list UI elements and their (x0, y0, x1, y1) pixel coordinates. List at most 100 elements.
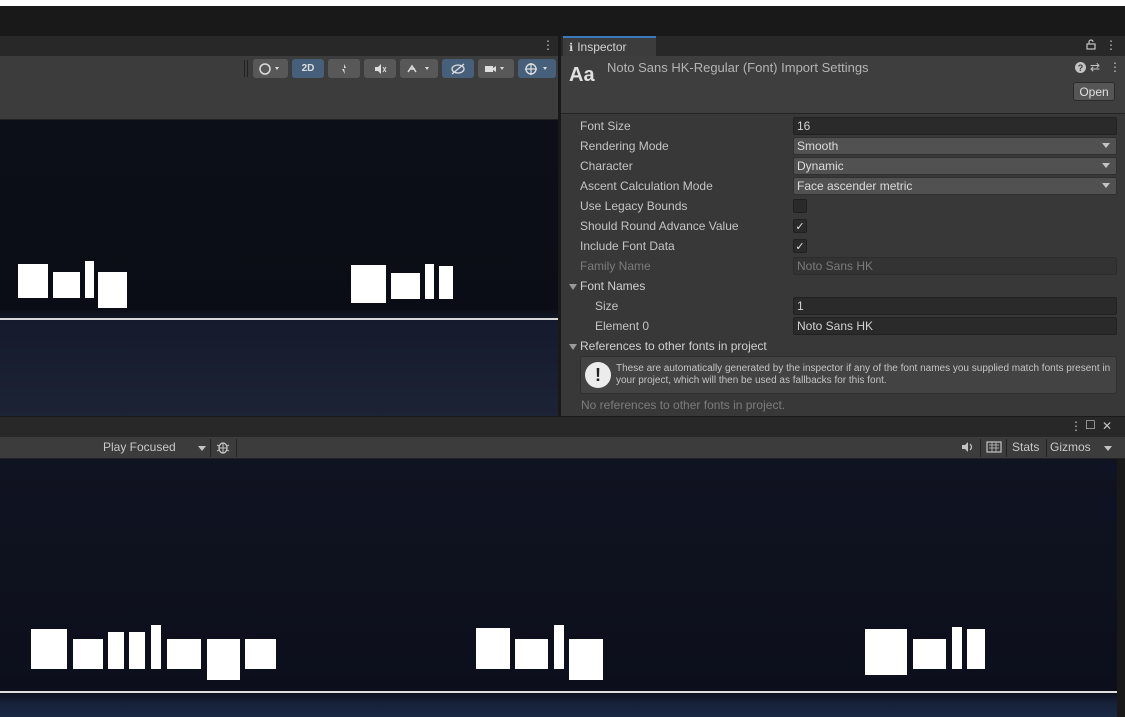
glyph-box (554, 625, 564, 669)
help-icon[interactable]: ? (1075, 62, 1086, 73)
toolbar-separator (1046, 439, 1047, 457)
scene-menu-icon[interactable]: ⋮ (542, 38, 554, 52)
font-asset-icon: Aa (569, 64, 595, 86)
close-icon[interactable]: ✕ (1102, 419, 1112, 433)
glyph-box (967, 629, 985, 669)
references-help-text: These are automatically generated by the… (616, 363, 1111, 386)
rendering-mode-dropdown[interactable]: Smooth (793, 137, 1117, 155)
game-view-border (1117, 459, 1125, 717)
header-menu-icon[interactable]: ⋮ (1109, 60, 1121, 74)
element0-label: Element 0 (595, 319, 650, 333)
family-name-field: Noto Sans HK (793, 257, 1117, 275)
glyph-box (569, 639, 603, 680)
font-names-label: Font Names (580, 279, 646, 293)
include-font-data-label: Include Font Data (580, 239, 675, 253)
audio-mute-icon[interactable] (364, 59, 396, 78)
toolbar-separator (210, 439, 211, 457)
glyph-box (129, 632, 145, 669)
toolbar-separator (244, 60, 245, 77)
font-size-label: Font Size (580, 119, 631, 133)
game-camera-edge (0, 691, 1117, 693)
rendering-mode-value: Smooth (797, 139, 839, 153)
font-size-field[interactable]: 16 (793, 117, 1117, 135)
glyph-box (31, 629, 67, 669)
gizmos-dropdown-icon[interactable] (1104, 446, 1112, 451)
rendering-mode-label: Rendering Mode (580, 139, 669, 153)
tab-inspector[interactable]: ℹ Inspector (563, 36, 656, 56)
glyph-box (391, 273, 420, 299)
include-font-data-checkbox[interactable]: ✓ (793, 239, 807, 253)
glyph-box (425, 264, 434, 299)
window-title-bar (0, 6, 1125, 36)
foldout-arrow-icon (569, 283, 577, 290)
game-menu-icon[interactable]: ⋮ (1070, 419, 1082, 433)
family-name-label: Family Name (580, 259, 651, 273)
ascent-mode-dropdown[interactable]: Face ascender metric (793, 177, 1117, 195)
references-foldout[interactable]: References to other fonts in project (569, 339, 767, 353)
lock-icon[interactable] (1085, 38, 1097, 53)
maximize-icon[interactable]: ☐ (1085, 418, 1096, 432)
glyph-box (73, 639, 103, 669)
2d-mode-button[interactable]: 2D (292, 59, 324, 78)
gizmos-button[interactable]: Gizmos (1050, 440, 1091, 454)
round-advance-label: Should Round Advance Value (580, 219, 739, 233)
tab-inspector-label: Inspector (577, 40, 627, 54)
game-tab-bar (0, 416, 1125, 437)
keyboard-icon[interactable] (986, 441, 1002, 456)
element0-field[interactable]: Noto Sans HK (793, 317, 1117, 335)
chevron-down-icon (1102, 183, 1110, 188)
preset-icon[interactable]: ⇄ (1090, 60, 1100, 74)
open-button[interactable]: Open (1073, 82, 1115, 101)
lighting-icon[interactable] (328, 59, 360, 78)
glyph-box (207, 639, 240, 680)
glyph-box (108, 632, 124, 669)
audio-icon[interactable] (961, 441, 975, 456)
scene-visibility-icon[interactable] (442, 59, 474, 78)
glyph-box (98, 272, 127, 308)
no-references-text: No references to other fonts in project. (581, 398, 786, 412)
game-viewport[interactable] (0, 459, 1117, 717)
font-names-size-label: Size (595, 299, 619, 313)
toolbar-separator (1006, 439, 1007, 457)
camera-icon[interactable] (478, 59, 514, 78)
play-mode-dropdown[interactable]: Play Focused (100, 438, 210, 458)
glyph-box (865, 629, 907, 675)
ascent-mode-value: Face ascender metric (797, 179, 913, 193)
draw-mode-icon[interactable] (253, 59, 288, 78)
foldout-arrow-icon (569, 343, 577, 350)
inspector-menu-icon[interactable]: ⋮ (1105, 38, 1117, 52)
ascent-mode-label: Ascent Calculation Mode (580, 179, 713, 193)
character-value: Dynamic (797, 159, 844, 173)
effects-icon[interactable] (400, 59, 438, 78)
stats-button[interactable]: Stats (1012, 440, 1039, 454)
warning-icon: ! (585, 362, 611, 388)
glyph-box (53, 272, 80, 298)
font-names-foldout[interactable]: Font Names (569, 279, 645, 293)
scene-tab-bar: ⋮ (0, 36, 558, 56)
glyph-box (351, 265, 386, 303)
scene-viewport[interactable] (0, 120, 558, 416)
scene-overlay-bar (0, 82, 558, 120)
legacy-bounds-label: Use Legacy Bounds (580, 199, 688, 213)
glyph-box (85, 261, 94, 298)
toolbar-separator (247, 60, 248, 77)
references-label: References to other fonts in project (580, 339, 767, 353)
play-mode-value: Play Focused (103, 440, 176, 454)
toolbar-separator (236, 439, 237, 457)
chevron-down-icon (198, 446, 206, 451)
legacy-bounds-checkbox[interactable] (793, 199, 807, 213)
info-icon: ℹ (569, 41, 574, 54)
glyph-box (151, 625, 161, 669)
inspector-title: Noto Sans HK-Regular (Font) Import Setti… (607, 60, 869, 75)
glyph-box (18, 264, 48, 298)
chevron-down-icon (1102, 143, 1110, 148)
font-names-size-field[interactable]: 1 (793, 297, 1117, 315)
character-label: Character (580, 159, 633, 173)
chevron-down-icon (1102, 163, 1110, 168)
gizmos-toggle-icon[interactable] (518, 59, 556, 78)
round-advance-checkbox[interactable]: ✓ (793, 219, 807, 233)
bug-icon[interactable] (216, 440, 230, 457)
glyph-box (913, 639, 946, 669)
character-dropdown[interactable]: Dynamic (793, 157, 1117, 175)
toolbar-separator (980, 439, 981, 457)
